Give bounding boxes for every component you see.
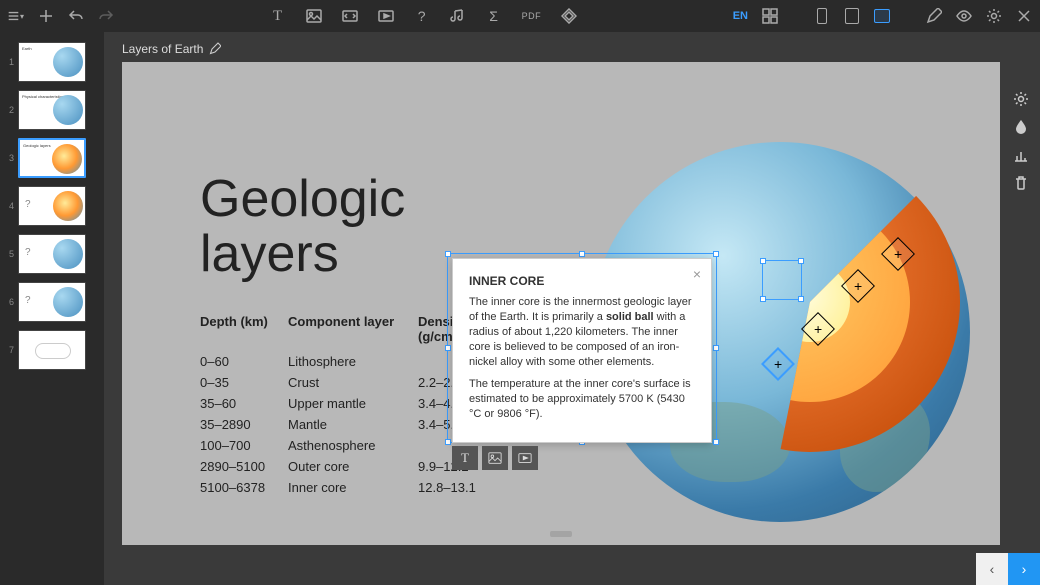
slide-number: 2 [4, 105, 14, 115]
canvas-grip[interactable] [550, 531, 572, 537]
gear-icon[interactable] [1012, 90, 1030, 108]
slide-heading: Geologiclayers [200, 172, 405, 281]
table-cell: Asthenosphere [288, 438, 418, 453]
trash-icon[interactable] [1012, 174, 1030, 192]
table-cell: 12.8–13.1 [418, 480, 498, 495]
add-icon[interactable] [38, 8, 54, 24]
settings-icon[interactable] [986, 8, 1002, 24]
edit-title-icon[interactable] [209, 43, 221, 55]
popup-video-button[interactable] [512, 446, 538, 470]
undo-icon[interactable] [68, 8, 84, 24]
hotspot-popup[interactable]: × INNER CORE The inner core is the inner… [452, 258, 712, 443]
device-tablet-icon[interactable] [844, 8, 860, 24]
canvas-area: Layers of Earth Geologiclayers Depth (km… [104, 32, 1040, 585]
nav-buttons: ‹ › [976, 553, 1040, 585]
table-cell: 0–60 [200, 354, 288, 369]
chart-icon[interactable] [1012, 146, 1030, 164]
right-rail [1012, 90, 1030, 192]
image-tool-icon[interactable] [306, 8, 322, 24]
popup-text-button[interactable]: T [452, 446, 478, 470]
table-cell: 2890–5100 [200, 459, 288, 474]
math-tool-icon[interactable]: Σ [486, 8, 502, 24]
popup-paragraph: The temperature at the inner core's surf… [469, 377, 695, 422]
slide-thumb[interactable] [18, 330, 86, 370]
grid-icon[interactable] [762, 8, 778, 24]
video-tool-icon[interactable] [378, 8, 394, 24]
slide-thumb-active[interactable]: Geologic layers [18, 138, 86, 178]
slide-thumb[interactable]: ? [18, 186, 86, 226]
slide-thumb[interactable]: Earth [18, 42, 86, 82]
document-title[interactable]: Layers of Earth [122, 42, 221, 56]
slide-panel: 1 Earth 2 Physical characteristics 3 Geolog… [0, 32, 104, 585]
shape-tool-icon[interactable] [561, 8, 577, 24]
draw-icon[interactable] [926, 8, 942, 24]
slide-thumb[interactable]: ? [18, 282, 86, 322]
table-header: Depth (km) [200, 314, 288, 344]
slide-number: 3 [4, 153, 14, 163]
device-desktop-icon[interactable] [874, 8, 890, 24]
slide-thumb[interactable]: Physical characteristics [18, 90, 86, 130]
close-icon[interactable] [1016, 8, 1032, 24]
table-cell: Mantle [288, 417, 418, 432]
preview-icon[interactable] [956, 8, 972, 24]
slide-canvas[interactable]: Geologiclayers Depth (km) Component laye… [122, 62, 1000, 545]
table-cell: 5100–6378 [200, 480, 288, 495]
nav-prev-button[interactable]: ‹ [976, 553, 1008, 585]
menu-icon[interactable]: ▾ [8, 8, 24, 24]
popup-title: INNER CORE [469, 273, 695, 289]
slide-number: 6 [4, 297, 14, 307]
nav-next-button[interactable]: › [1008, 553, 1040, 585]
audio-tool-icon[interactable] [450, 8, 466, 24]
slide-number: 1 [4, 57, 14, 67]
table-cell: 0–35 [200, 375, 288, 390]
table-cell: Crust [288, 375, 418, 390]
table-cell: Outer core [288, 459, 418, 474]
slide-thumb[interactable]: ? [18, 234, 86, 274]
iframe-tool-icon[interactable] [342, 8, 358, 24]
top-toolbar: ▾ T ? Σ PDF EN [0, 0, 1040, 32]
table-cell: Upper mantle [288, 396, 418, 411]
redo-icon[interactable] [98, 8, 114, 24]
popup-image-button[interactable] [482, 446, 508, 470]
table-cell: 35–2890 [200, 417, 288, 432]
table-cell: 100–700 [200, 438, 288, 453]
document-title-text: Layers of Earth [122, 42, 203, 56]
question-tool-icon[interactable]: ? [414, 8, 430, 24]
slide-number: 7 [4, 345, 14, 355]
popup-close-icon[interactable]: × [693, 265, 701, 284]
drop-icon[interactable] [1012, 118, 1030, 136]
table-cell: Inner core [288, 480, 418, 495]
popup-toolbar: T [452, 446, 538, 470]
slide-number: 4 [4, 201, 14, 211]
popup-paragraph: The inner core is the innermost geologic… [469, 295, 695, 369]
slide-number: 5 [4, 249, 14, 259]
text-tool-icon[interactable]: T [270, 8, 286, 24]
language-button[interactable]: EN [733, 10, 748, 22]
table-cell: Lithosphere [288, 354, 418, 369]
pdf-tool[interactable]: PDF [522, 11, 542, 21]
table-cell: 35–60 [200, 396, 288, 411]
table-header: Component layer [288, 314, 418, 344]
device-phone-icon[interactable] [814, 8, 830, 24]
